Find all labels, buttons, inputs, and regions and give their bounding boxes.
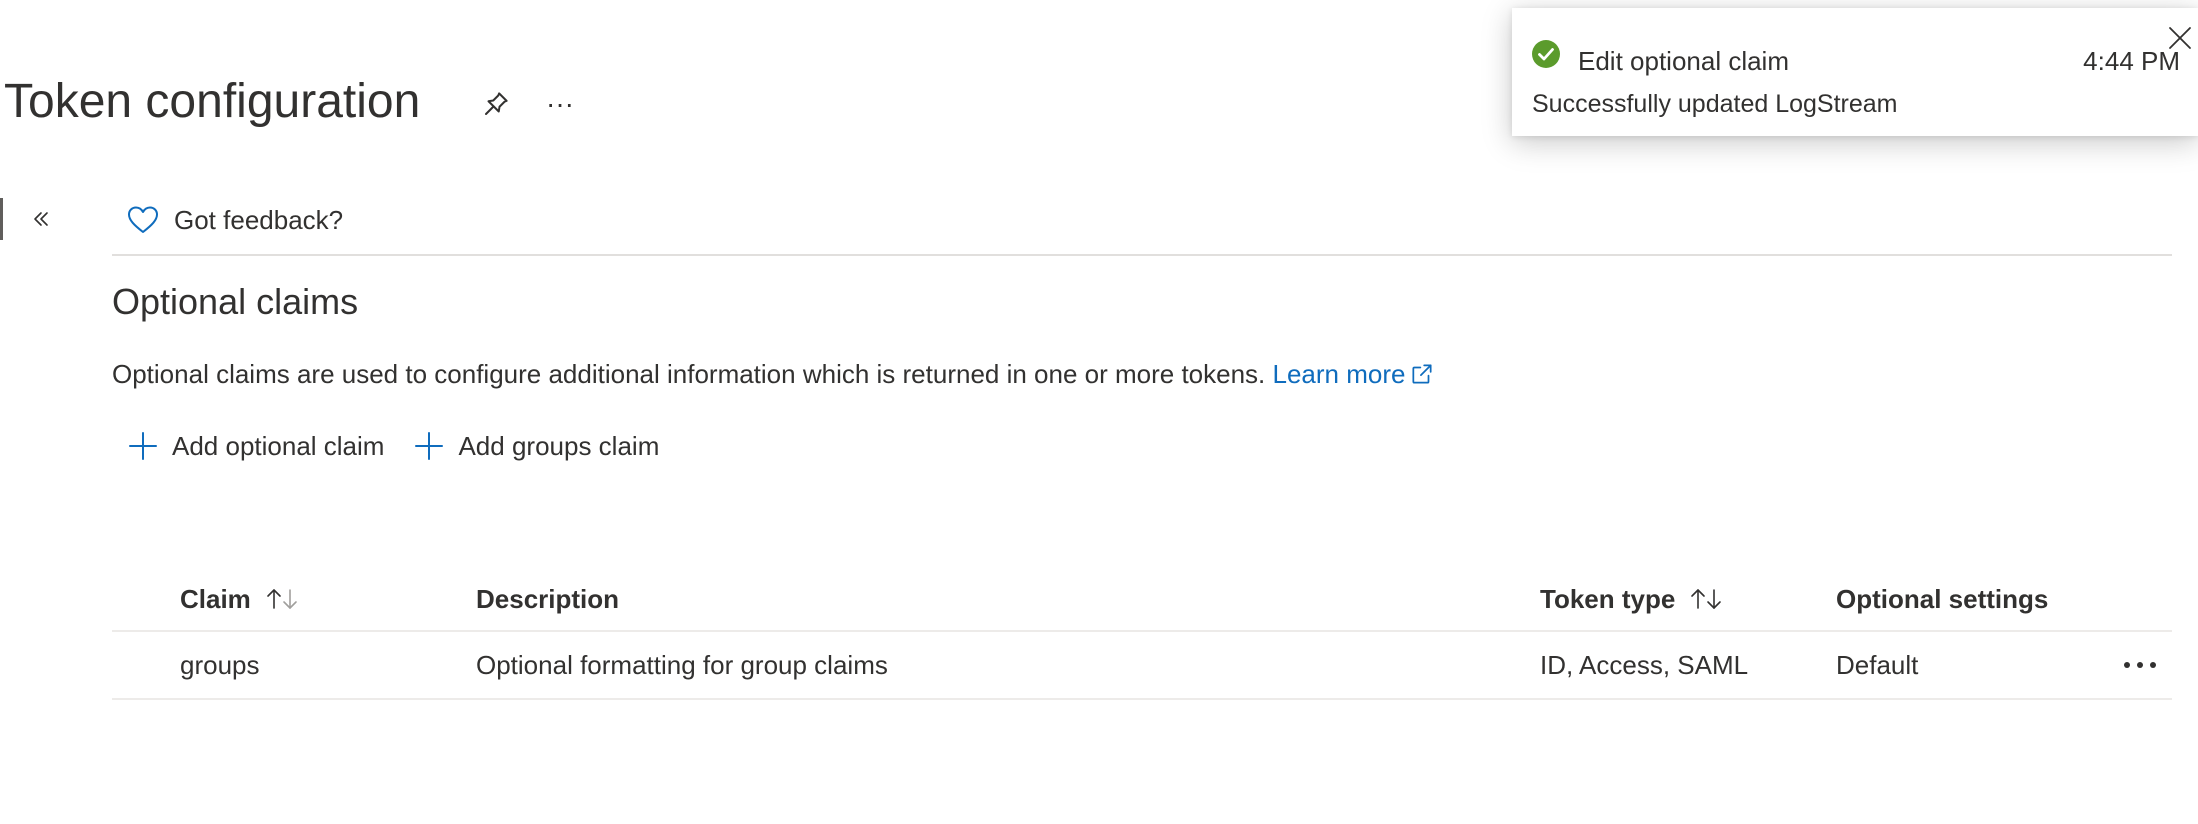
pin-button[interactable]	[478, 86, 514, 122]
feedback-link[interactable]: Got feedback?	[126, 198, 343, 242]
sort-icon[interactable]	[265, 586, 299, 612]
sort-icon[interactable]	[1689, 586, 1723, 612]
add-groups-claim-label: Add groups claim	[458, 430, 660, 461]
collapse-menu-button[interactable]	[26, 204, 56, 234]
divider	[112, 254, 2172, 256]
learn-more-link[interactable]: Learn more	[1273, 359, 1436, 389]
plus-icon	[415, 432, 444, 460]
toolbar: Add optional claim Add groups claim	[128, 424, 659, 468]
cell-optional-settings: Default	[1836, 649, 1919, 680]
section-description: Optional claims are used to configure ad…	[112, 356, 1435, 392]
plus-icon	[129, 432, 157, 460]
heart-icon	[128, 206, 158, 233]
toast-message: Successfully updated LogStream	[1532, 90, 1898, 118]
more-icon	[2124, 662, 2156, 668]
external-link-icon	[1412, 364, 1433, 384]
close-button[interactable]	[2164, 22, 2196, 54]
feedback-label: Got feedback?	[174, 204, 344, 235]
more-icon: ···	[546, 88, 574, 119]
cell-token-type: ID, Access, SAML	[1540, 649, 1749, 680]
double-chevron-left-icon	[34, 212, 48, 226]
table-row[interactable]: groups Optional formatting for group cla…	[112, 632, 2172, 700]
description-text: Optional claims are used to configure ad…	[112, 359, 1266, 389]
table-header: Claim Description Token type Optional se…	[112, 568, 2172, 632]
add-groups-claim-button[interactable]: Add groups claim	[414, 431, 659, 462]
more-actions-button[interactable]: ···	[542, 86, 578, 122]
page: Token configuration ··· Got feedback? Op…	[0, 0, 2198, 824]
section-title: Optional claims	[112, 281, 359, 322]
cell-description: Optional formatting for group claims	[476, 649, 888, 680]
close-icon	[2169, 27, 2191, 49]
left-nav-indicator	[0, 198, 3, 240]
notification-toast: Edit optional claim 4:44 PM Successfully…	[1512, 8, 2198, 136]
pin-icon	[485, 92, 508, 115]
column-header-label: Token type	[1540, 583, 1676, 614]
column-header-description: Description	[476, 583, 620, 614]
page-title: Token configuration	[4, 75, 421, 128]
claims-table: Claim Description Token type Optional se…	[112, 568, 2172, 700]
column-header-token-type[interactable]: Token type	[1540, 568, 1723, 630]
add-optional-claim-button[interactable]: Add optional claim	[128, 431, 384, 462]
column-header-optional-settings: Optional settings	[1836, 583, 2049, 614]
toast-title: Edit optional claim	[1578, 46, 1789, 76]
add-optional-claim-label: Add optional claim	[172, 430, 385, 461]
row-more-button[interactable]	[2122, 632, 2158, 698]
column-header-claim[interactable]: Claim	[180, 568, 299, 630]
column-header-label: Claim	[180, 583, 251, 614]
check-circle-icon	[1532, 40, 1560, 68]
cell-claim: groups	[180, 649, 260, 680]
learn-more-label: Learn more	[1272, 359, 1406, 389]
